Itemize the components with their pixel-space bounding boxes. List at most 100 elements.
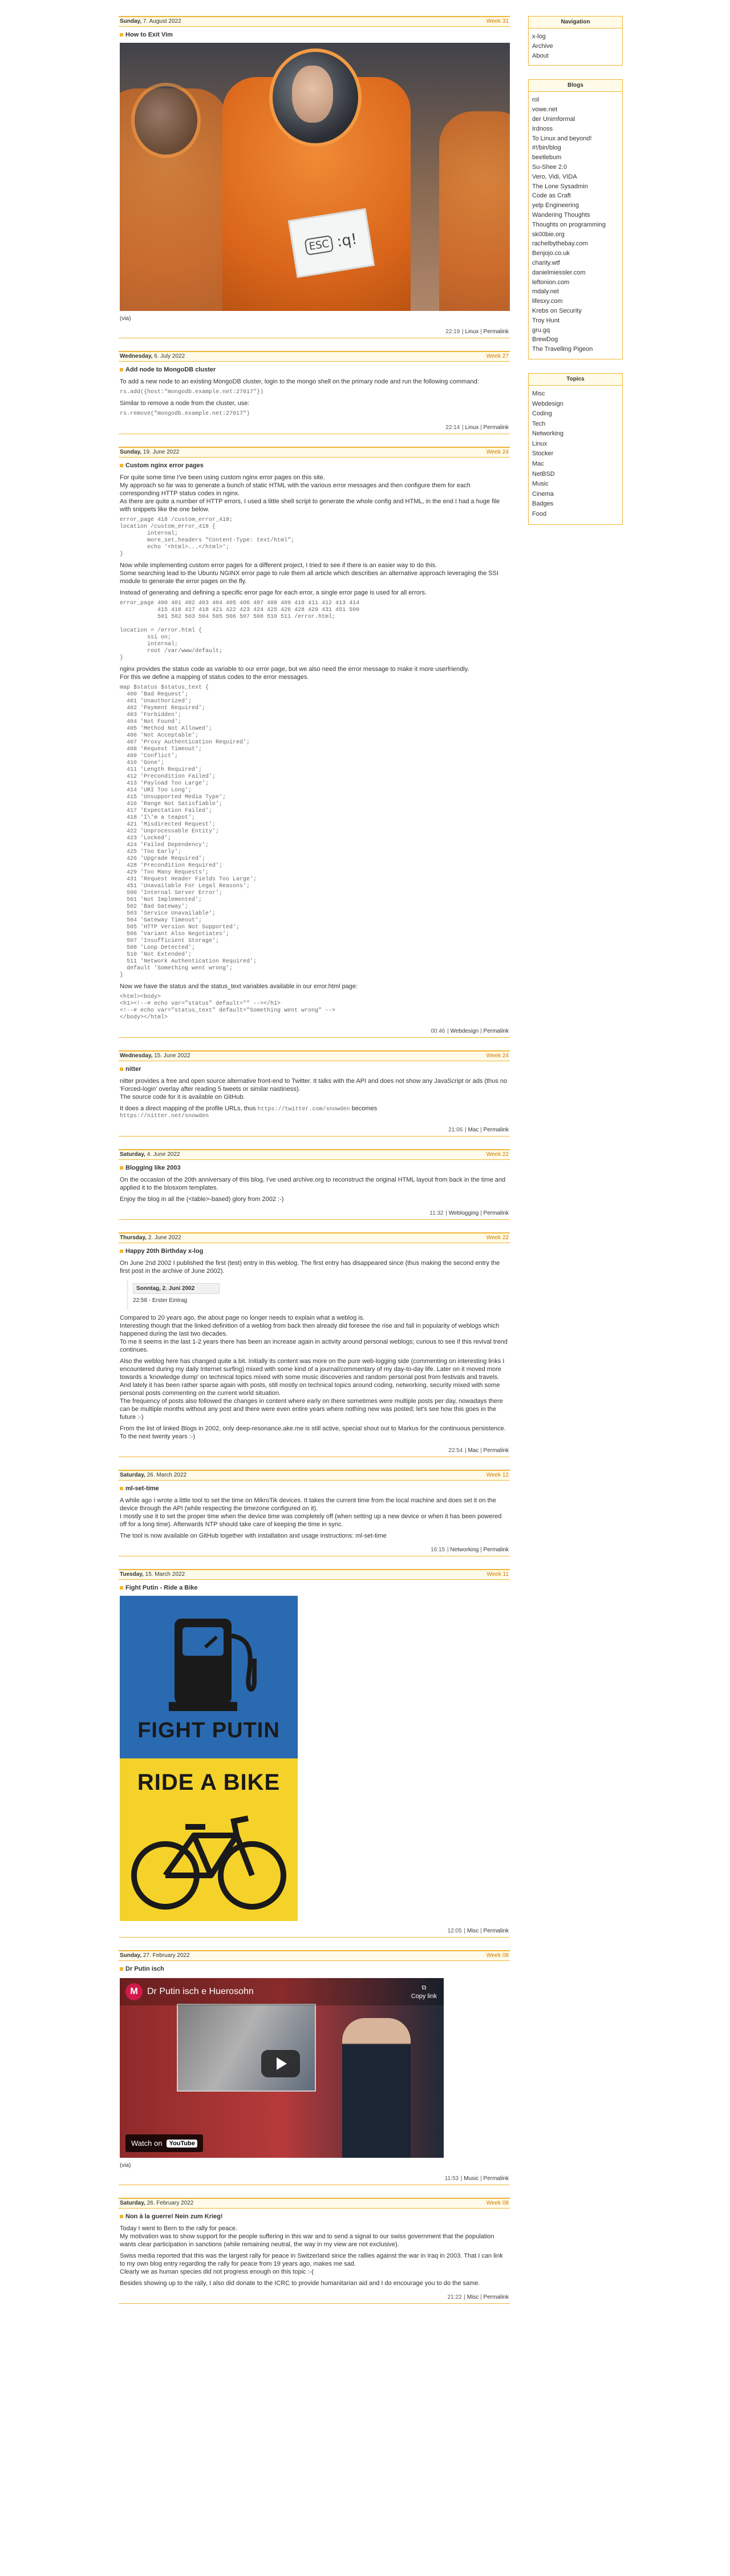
- blog-link[interactable]: charity.wtf: [532, 260, 560, 266]
- post-title[interactable]: ml-set-time: [120, 1485, 510, 1492]
- blog-link[interactable]: Irdnoss: [532, 126, 553, 132]
- blog-item: yelp Engineering: [532, 201, 619, 211]
- post-title[interactable]: Happy 20th Birthday x-log: [120, 1248, 510, 1255]
- post-footer: 21:06 | Mac | Permalink: [119, 1125, 510, 1137]
- youtube-logo-icon: YouTube: [167, 2139, 197, 2148]
- bullet-icon: [120, 1967, 123, 1971]
- week-number: Week 22: [486, 1151, 509, 1158]
- blog-link[interactable]: rol: [532, 96, 539, 103]
- blog-link[interactable]: The Travelling Pigeon: [532, 346, 593, 353]
- category-link[interactable]: Weblogging: [449, 1210, 479, 1216]
- paragraph: To me it seems in the last 1-2 years the…: [120, 1338, 508, 1353]
- topic-link[interactable]: Tech: [532, 420, 545, 427]
- post-title[interactable]: nitter: [120, 1066, 510, 1073]
- blog-link[interactable]: danielmiessler.com: [532, 269, 586, 276]
- post-title[interactable]: Dr Putin isch: [120, 1966, 510, 1972]
- category-link[interactable]: Linux: [465, 329, 478, 335]
- blog-link[interactable]: To Linux and beyond!: [532, 135, 592, 142]
- blog-link[interactable]: Krebs on Security: [532, 308, 582, 314]
- category-link[interactable]: Music: [464, 2175, 478, 2182]
- poster-text-bottom: RIDE A BIKE: [137, 1770, 281, 1795]
- post-title[interactable]: Fight Putin - Ride a Bike: [120, 1584, 510, 1591]
- permalink[interactable]: Permalink: [484, 1447, 509, 1454]
- permalink[interactable]: Permalink: [484, 329, 509, 335]
- category-link[interactable]: Networking: [450, 1547, 478, 1553]
- copy-link-button[interactable]: ⧉ Copy link: [411, 1984, 437, 2000]
- code-block: rs.remove("mongodb.example.net:27017"): [120, 411, 250, 417]
- nav-link[interactable]: Archive: [532, 43, 553, 50]
- permalink[interactable]: Permalink: [484, 424, 509, 431]
- topic-link[interactable]: Coding: [532, 410, 552, 417]
- topic-link[interactable]: Stocker: [532, 450, 553, 457]
- topic-link[interactable]: NetBSD: [532, 471, 555, 478]
- blog-link[interactable]: Code as Craft: [532, 192, 571, 199]
- blog-link[interactable]: mdaly.net: [532, 288, 559, 295]
- day-header: Saturday, 26. March 2022 Week 12: [119, 1470, 510, 1481]
- blog-link[interactable]: beetlebum: [532, 154, 561, 161]
- topic-link[interactable]: Linux: [532, 440, 547, 447]
- category-link[interactable]: Linux: [465, 424, 478, 431]
- bullet-icon: [120, 1166, 123, 1170]
- post-title[interactable]: Non à la guerre! Nein zum Krieg!: [120, 2213, 510, 2220]
- blog-link[interactable]: Wandering Thoughts: [532, 212, 590, 219]
- blog-item: Wandering Thoughts: [532, 211, 619, 220]
- category-link[interactable]: Webdesign: [451, 1028, 479, 1034]
- quote-body: 22:58 - Erster Eintrag: [133, 1297, 188, 1304]
- post-title[interactable]: Custom nginx error pages: [120, 462, 510, 469]
- permalink[interactable]: Permalink: [484, 1547, 509, 1553]
- blog-link[interactable]: Vero, Vidi, VIDA: [532, 173, 577, 180]
- blog-link[interactable]: sk00bie.org: [532, 231, 565, 238]
- permalink[interactable]: Permalink: [484, 1127, 509, 1133]
- category-link[interactable]: Mac: [468, 1127, 478, 1133]
- post-dr-putin-isch: Sunday, 27. February 2022 Week 08 Dr Put…: [119, 1950, 510, 2185]
- play-button[interactable]: [261, 2050, 300, 2077]
- permalink[interactable]: Permalink: [484, 1210, 509, 1216]
- blog-link[interactable]: leftonion.com: [532, 279, 569, 286]
- blog-item: beetlebum: [532, 153, 619, 163]
- nav-link[interactable]: x-log: [532, 33, 546, 40]
- code-block: <html><body> <h1><!--# echo var="status"…: [120, 994, 336, 1021]
- permalink[interactable]: Permalink: [484, 1928, 509, 1934]
- post-title[interactable]: Add node to MongoDB cluster: [120, 366, 510, 373]
- permalink[interactable]: Permalink: [484, 2294, 509, 2300]
- blog-link[interactable]: vowe.net: [532, 106, 557, 113]
- blog-link[interactable]: gru.gq: [532, 327, 550, 334]
- blog-link[interactable]: yelp Engineering: [532, 202, 579, 209]
- code-block: error_page 400 401 402 403 404 405 406 4…: [120, 600, 360, 661]
- topic-link[interactable]: Webdesign: [532, 401, 563, 407]
- youtube-embed[interactable]: M Dr Putin isch e Huerosohn ⧉ Copy link …: [120, 1978, 444, 2158]
- week-number: Week 08: [486, 2200, 509, 2206]
- topic-link[interactable]: Misc: [532, 390, 545, 397]
- post-title[interactable]: How to Exit Vim: [120, 31, 510, 38]
- code-block: rs.add({host:"mongodb.example.net:27017"…: [120, 389, 264, 395]
- topic-link[interactable]: Music: [532, 480, 549, 487]
- video-title[interactable]: Dr Putin isch e Huerosohn: [147, 1987, 411, 1997]
- blog-link[interactable]: The Lone Sysadmin: [532, 183, 588, 190]
- nav-link[interactable]: About: [532, 52, 549, 59]
- topic-link[interactable]: Badges: [532, 500, 553, 507]
- post-footer: 22:54 | Mac | Permalink: [119, 1445, 510, 1457]
- watch-on-youtube-button[interactable]: Watch on YouTube: [125, 2134, 203, 2152]
- blog-link[interactable]: Benjojo.co.uk: [532, 250, 570, 257]
- category-link[interactable]: Mac: [468, 1447, 478, 1454]
- topic-link[interactable]: Mac: [532, 460, 544, 467]
- topic-link[interactable]: Food: [532, 511, 546, 517]
- channel-avatar[interactable]: M: [125, 1983, 143, 2000]
- topic-link[interactable]: Networking: [532, 430, 563, 437]
- paragraph: Also the weblog here has changed quite a…: [120, 1358, 505, 1397]
- topic-link[interactable]: Cinema: [532, 491, 554, 498]
- topic-item: Food: [532, 509, 619, 520]
- blog-link[interactable]: rachelbythebay.com: [532, 240, 588, 247]
- blog-link[interactable]: der Unimformal: [532, 116, 575, 123]
- blog-link[interactable]: BrewDog: [532, 336, 558, 343]
- blog-link[interactable]: Su-Shee 2.0: [532, 164, 567, 171]
- blog-link[interactable]: Thoughts on programming: [532, 221, 606, 228]
- permalink[interactable]: Permalink: [484, 1028, 509, 1034]
- blog-link[interactable]: lifesxy.com: [532, 298, 563, 305]
- post-title[interactable]: Blogging like 2003: [120, 1164, 510, 1171]
- category-link[interactable]: Misc: [467, 1928, 479, 1934]
- category-link[interactable]: Misc: [467, 2294, 479, 2300]
- blog-link[interactable]: #!/bin/blog: [532, 144, 561, 151]
- permalink[interactable]: Permalink: [484, 2175, 509, 2182]
- blog-link[interactable]: Troy Hunt: [532, 317, 559, 324]
